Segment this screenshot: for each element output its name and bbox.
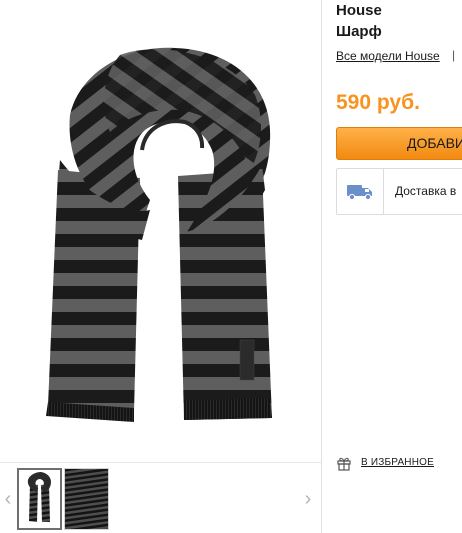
thumbnail-1[interactable] [17, 468, 62, 530]
scarf-image [46, 47, 272, 422]
product-price: 590 руб. [336, 91, 420, 114]
add-to-cart-button[interactable]: ДОБАВИ [336, 127, 462, 160]
thumb-next-arrow-icon[interactable]: › [300, 487, 316, 511]
delivery-label: Доставка в [395, 184, 457, 198]
truck-icon-cell [337, 169, 384, 214]
product-brand: House [336, 2, 382, 19]
delivery-info[interactable]: Доставка в [336, 168, 462, 215]
thumbnail-scarf-image [19, 470, 60, 528]
product-gallery: ‹ › [0, 0, 322, 533]
truck-icon [347, 185, 372, 201]
thumbnail-stripes-image [65, 469, 108, 529]
product-title: Шарф [336, 23, 382, 40]
thumb-prev-arrow-icon[interactable]: ‹ [0, 487, 16, 511]
product-main-image[interactable] [0, 0, 321, 458]
all-models-link[interactable]: Все модели House [336, 49, 440, 63]
thumbnail-strip: ‹ › [0, 462, 321, 533]
thumbnail-2[interactable] [64, 468, 109, 530]
favorites-label: В ИЗБРАННОЕ [361, 457, 435, 468]
link-separator: | [452, 48, 456, 62]
gift-icon [337, 457, 351, 471]
